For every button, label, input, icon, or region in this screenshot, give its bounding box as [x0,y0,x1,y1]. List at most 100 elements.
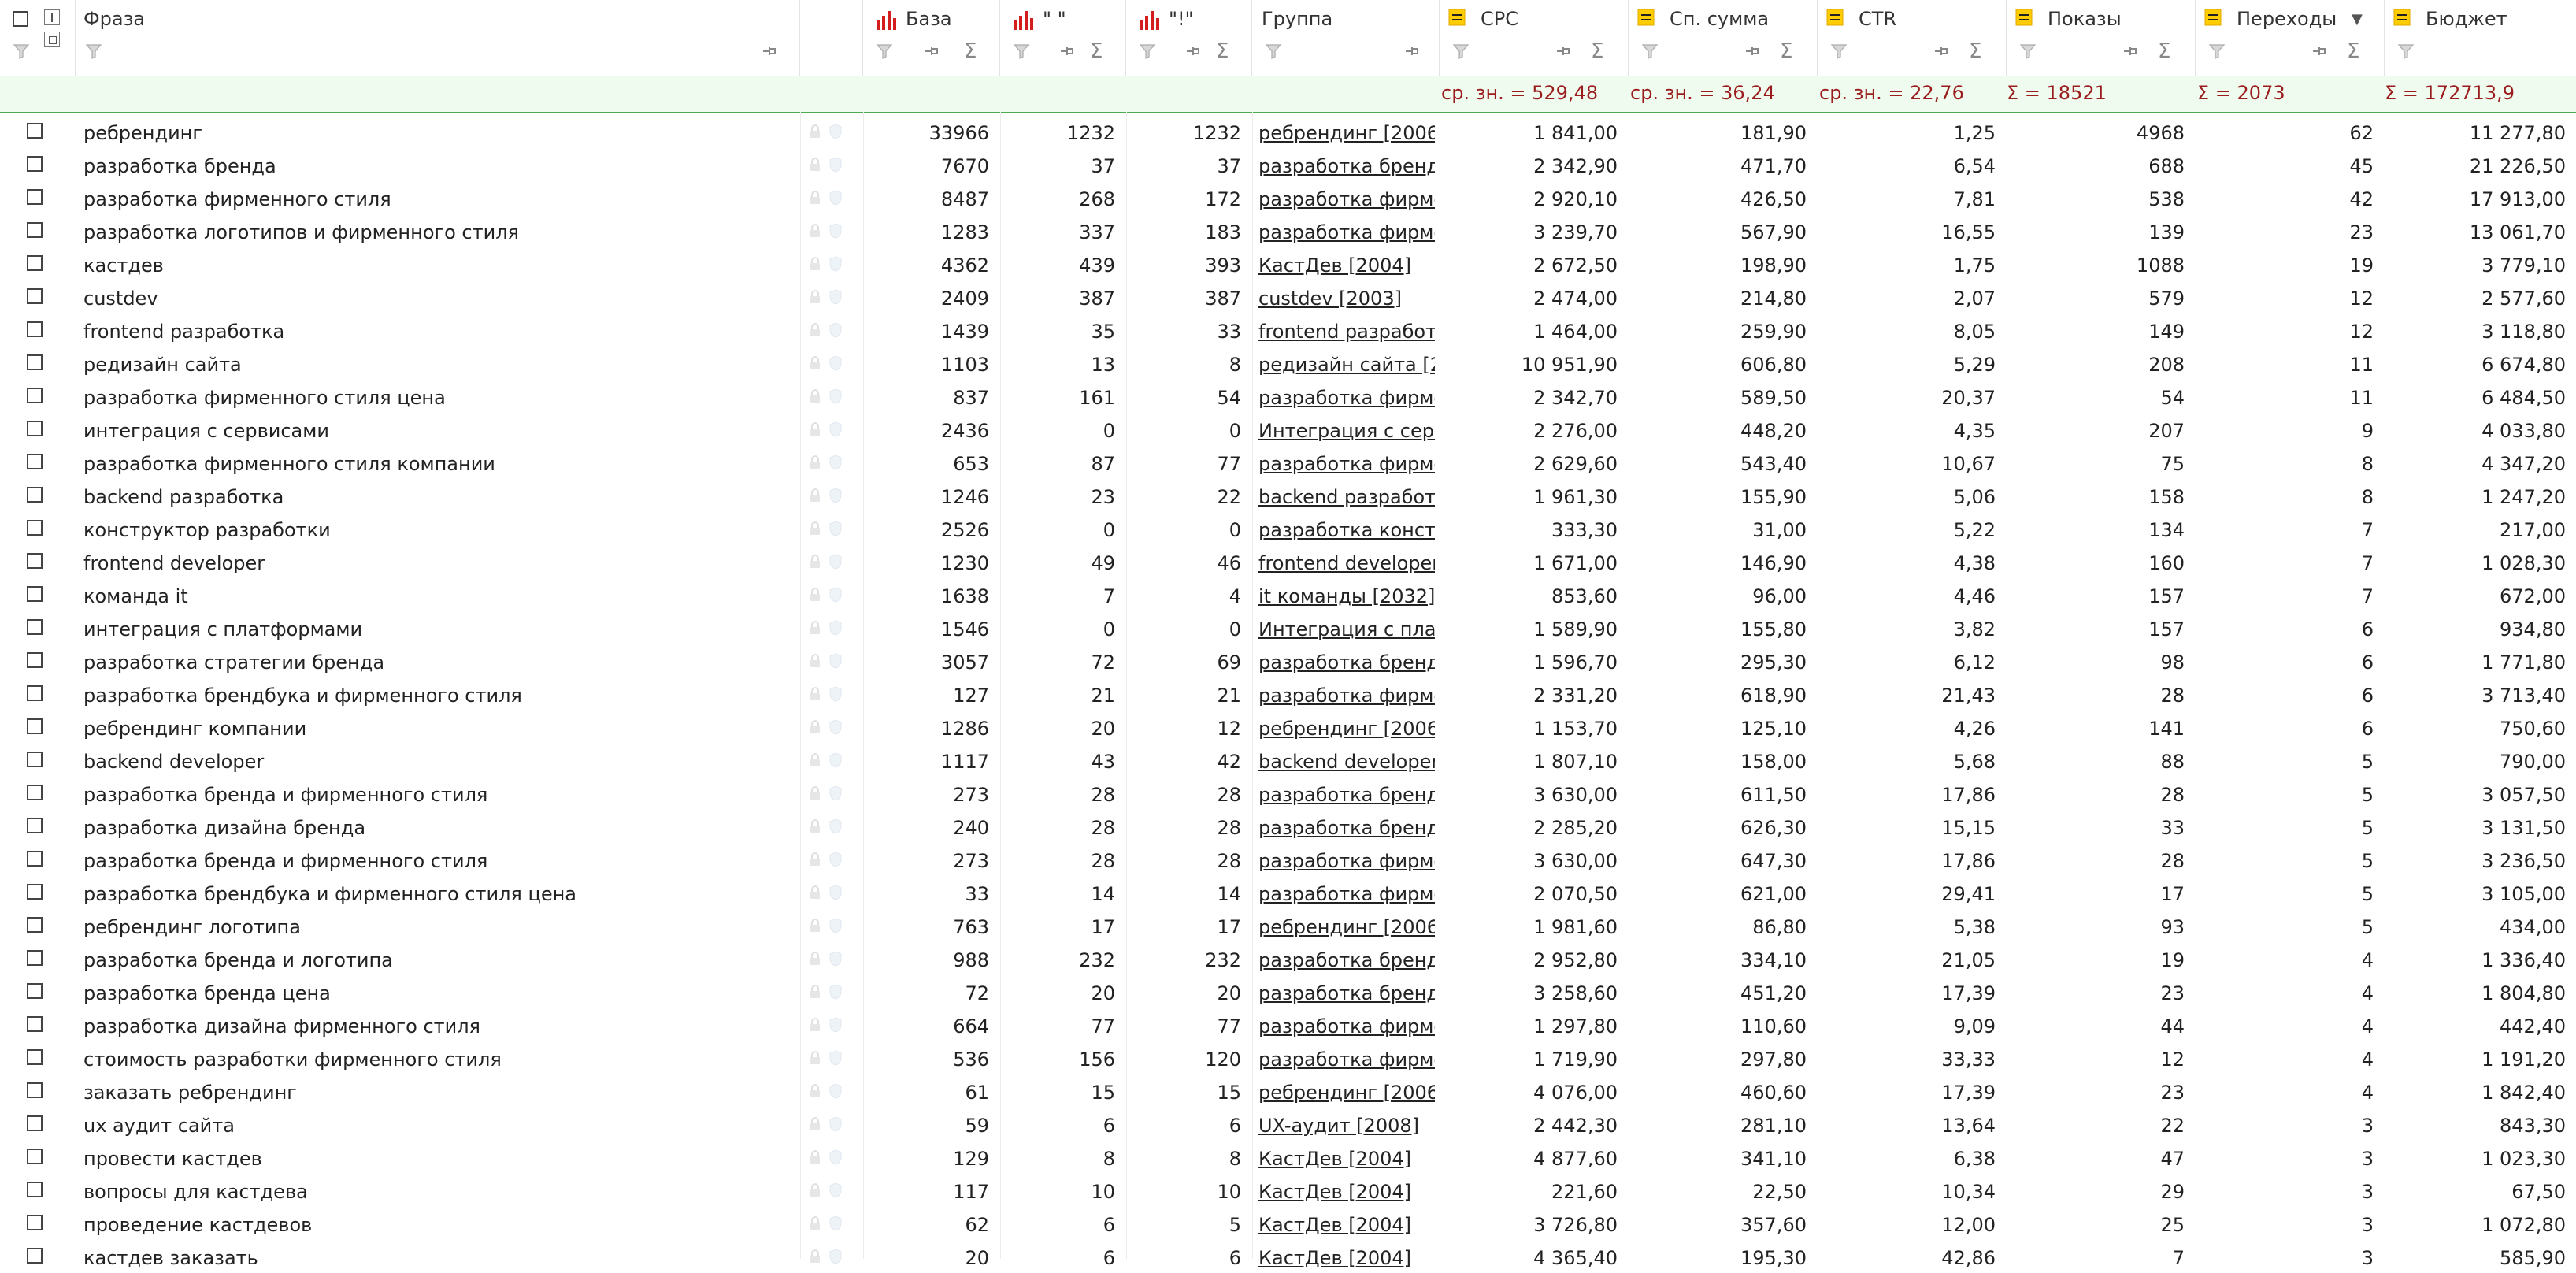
table-row[interactable]: интеграция с платформами 1546 0 0 Интеграция… [0,611,2576,644]
shield-icon[interactable] [827,255,844,273]
lock-icon[interactable] [806,255,824,273]
select-all-checkbox[interactable] [13,11,28,27]
lock-icon[interactable] [806,288,824,306]
column-cpc[interactable]: CPC Σ [1440,0,1629,76]
lock-icon[interactable] [806,222,824,239]
column-clicks[interactable]: Переходы ▼ Σ [2196,0,2385,76]
sum-icon[interactable]: Σ [2158,39,2170,63]
table-row[interactable]: разработка фирменного стиля компании 653 8… [0,446,2576,479]
column-ctr[interactable]: CTR Σ [1818,0,2007,76]
lock-icon[interactable] [806,1182,824,1199]
lock-icon[interactable] [806,950,824,967]
group-link[interactable]: backend разработка [1258,485,1435,509]
shield-icon[interactable] [827,189,844,206]
shield-icon[interactable] [827,354,844,372]
phrase-cell[interactable]: ux аудит сайта [83,1114,792,1138]
shield-icon[interactable] [827,586,844,603]
row-toggle-icon[interactable] [44,32,60,47]
pin-icon[interactable] [2122,43,2139,60]
pin-icon[interactable] [1184,43,1202,60]
row-checkbox[interactable] [27,421,43,436]
row-checkbox[interactable] [27,553,43,569]
row-checkbox[interactable] [27,288,43,304]
group-link[interactable]: разработка фирмен [1258,849,1435,873]
filter-icon[interactable] [2397,43,2415,60]
filter-icon[interactable] [1139,43,1156,60]
group-link[interactable]: разработка бренда [1258,816,1435,840]
shield-icon[interactable] [827,718,844,736]
group-link[interactable]: разработка бренда [1258,783,1435,807]
shield-icon[interactable] [827,619,844,636]
phrase-cell[interactable]: кастдев заказать [83,1246,792,1270]
shield-icon[interactable] [827,288,844,306]
lock-icon[interactable] [806,818,824,835]
phrase-cell[interactable]: конструктор разработки [83,518,792,542]
phrase-cell[interactable]: разработка дизайна фирменного стиля [83,1015,792,1038]
table-row[interactable]: ребрендинг логотипа 763 17 17 ребрендинг [20… [0,909,2576,942]
filter-icon[interactable] [2208,43,2226,60]
phrase-cell[interactable]: разработка логотипов и фирменного стиля [83,221,792,244]
lock-icon[interactable] [806,189,824,206]
row-checkbox[interactable] [27,619,43,635]
sum-icon[interactable]: Σ [1090,39,1103,63]
lock-icon[interactable] [806,1016,824,1034]
group-link[interactable]: разработка бренда [1258,948,1435,972]
sum-icon[interactable]: Σ [1969,39,1981,63]
shield-icon[interactable] [827,1149,844,1166]
row-checkbox[interactable] [27,1149,43,1164]
shield-icon[interactable] [827,520,844,537]
pin-icon[interactable] [761,43,778,60]
table-row[interactable]: ребрендинг компании 1286 20 12 ребрендинг [2… [0,711,2576,744]
lock-icon[interactable] [806,1215,824,1232]
group-link[interactable]: frontend разработка [1258,320,1435,343]
phrase-cell[interactable]: провести кастдев [83,1147,792,1171]
row-checkbox[interactable] [27,917,43,933]
row-checkbox[interactable] [27,1215,43,1230]
pin-icon[interactable] [1744,43,1761,60]
table-row[interactable]: ux аудит сайта 59 6 6 UX-аудит [2008] 2 442,3… [0,1108,2576,1141]
phrase-cell[interactable]: ребрендинг [83,121,792,145]
group-link[interactable]: разработка бренда [1258,154,1435,178]
row-checkbox[interactable] [27,354,43,370]
row-checkbox[interactable] [27,1016,43,1032]
group-link[interactable]: разработка бренда [1258,651,1435,674]
row-checkbox[interactable] [27,321,43,337]
shield-icon[interactable] [827,1182,844,1199]
shield-icon[interactable] [827,123,844,140]
table-row[interactable]: кастдев 4362 439 393 КастДев [2004] 2 672,50 1… [0,247,2576,280]
pin-icon[interactable] [2311,43,2328,60]
table-row[interactable]: frontend developer 1230 49 46 frontend devel… [0,545,2576,578]
shield-icon[interactable] [827,421,844,438]
phrase-cell[interactable]: разработка брендбука и фирменного стиля [83,684,792,707]
sum-icon[interactable]: Σ [1780,39,1792,63]
phrase-cell[interactable]: custdev [83,287,792,310]
row-checkbox[interactable] [27,1115,43,1131]
table-row[interactable]: интеграция с сервисами 2436 0 0 Интеграция с… [0,413,2576,446]
group-link[interactable]: КастДев [2004] [1258,1180,1435,1204]
group-link[interactable]: frontend developer [ [1258,551,1435,575]
row-checkbox[interactable] [27,652,43,668]
phrase-cell[interactable]: интеграция с платформами [83,618,792,641]
lock-icon[interactable] [806,718,824,736]
row-checkbox[interactable] [27,983,43,999]
sum-icon[interactable]: Σ [1216,39,1229,63]
phrase-cell[interactable]: интеграция с сервисами [83,419,792,443]
table-row[interactable]: разработка фирменного стиля цена 837 161 54… [0,380,2576,413]
group-link[interactable]: разработка бренда [1258,982,1435,1005]
shield-icon[interactable] [827,156,844,173]
row-checkbox[interactable] [27,156,43,172]
filter-icon[interactable] [1013,43,1030,60]
phrase-cell[interactable]: backend developer [83,750,792,774]
shield-icon[interactable] [827,487,844,504]
group-link[interactable]: Интеграция с платф [1258,618,1435,641]
pin-icon[interactable] [1403,43,1421,60]
row-checkbox[interactable] [27,884,43,900]
shield-icon[interactable] [827,1016,844,1034]
row-checkbox[interactable] [27,851,43,867]
column-shows[interactable]: Показы Σ [2007,0,2196,76]
lock-icon[interactable] [806,851,824,868]
shield-icon[interactable] [827,884,844,901]
phrase-cell[interactable]: команда it [83,585,792,608]
shield-icon[interactable] [827,752,844,769]
column-spsum[interactable]: Сп. сумма Σ [1629,0,1818,76]
